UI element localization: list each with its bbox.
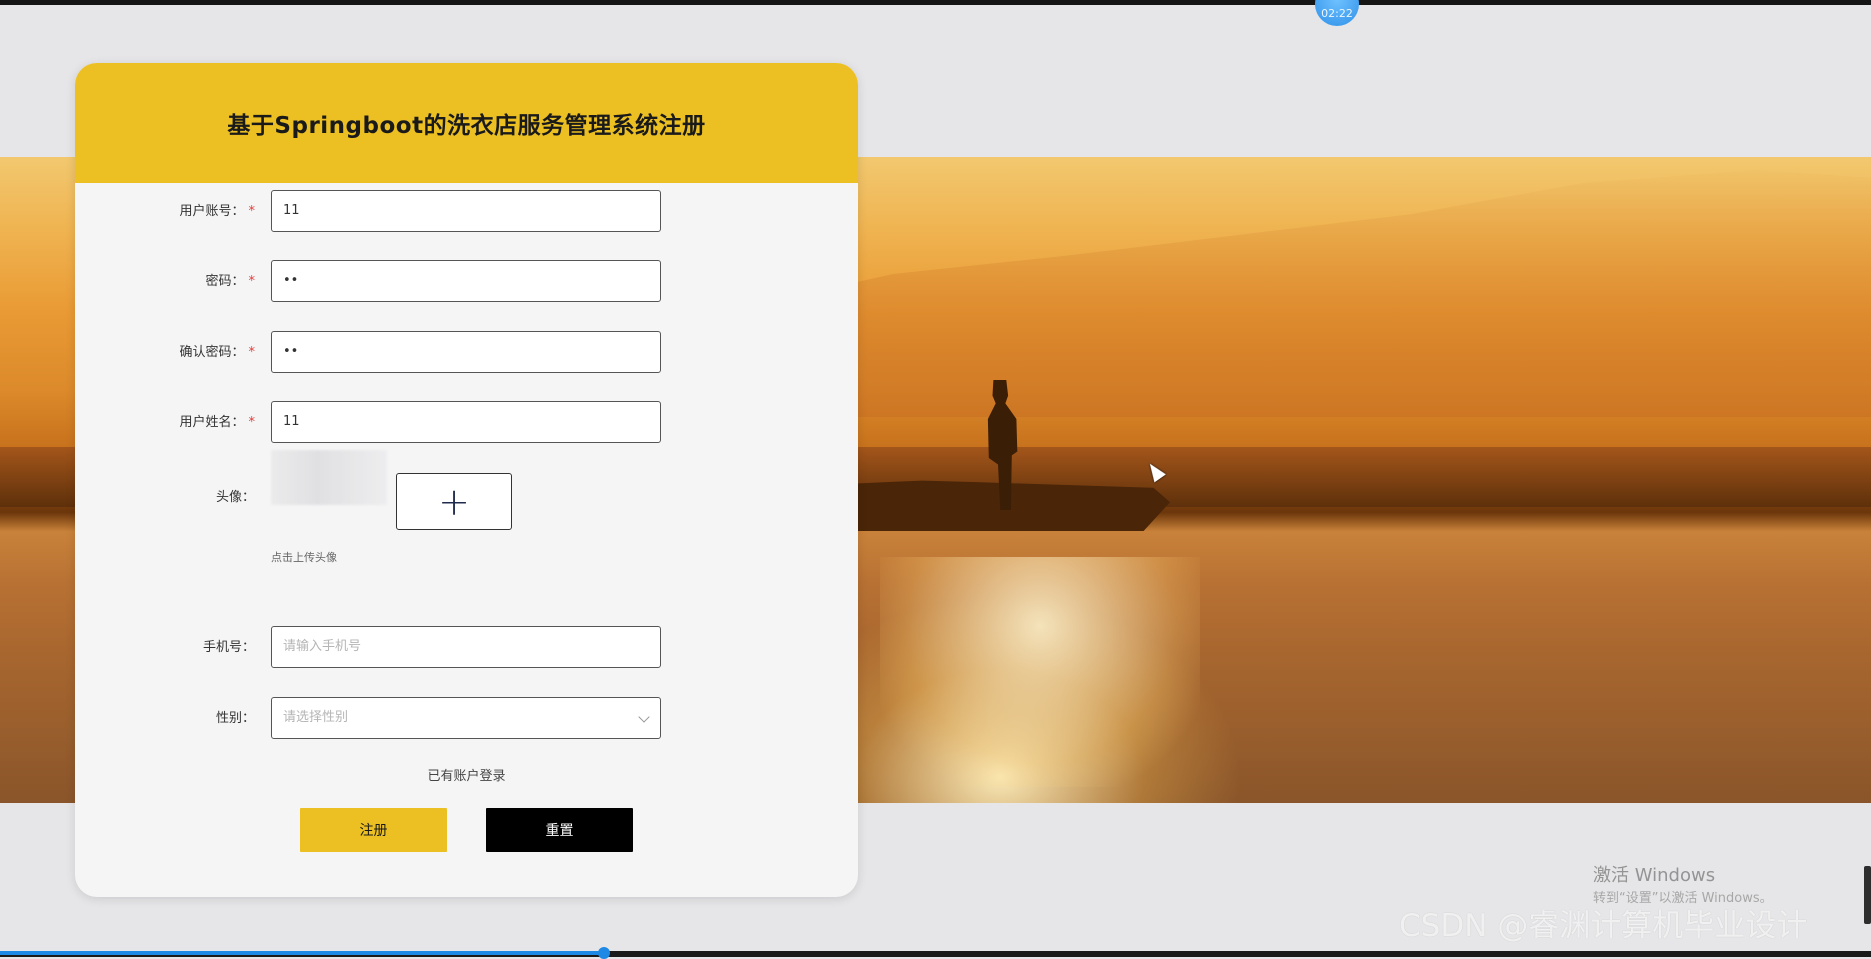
gender-select[interactable]: 请选择性别: [271, 697, 661, 739]
name-input[interactable]: 11: [271, 401, 661, 443]
plus-icon: +: [438, 479, 470, 524]
gender-select-placeholder: 请选择性别: [283, 710, 349, 725]
top-bar: [0, 0, 1871, 5]
windows-activation-watermark: 激活 Windows: [1593, 865, 1716, 886]
phone-label: 手机号：: [202, 640, 255, 655]
confirm-password-input[interactable]: ••: [271, 331, 661, 373]
avatar-preview: [271, 450, 387, 505]
password-input[interactable]: ••: [271, 260, 661, 302]
avatar-upload-button[interactable]: +: [396, 473, 512, 530]
csdn-watermark: CSDN @睿渊计算机毕业设计: [1399, 908, 1808, 944]
confirm-password-label: 确认密码： *: [179, 345, 256, 360]
avatar-row: 头像： + 点击上传头像: [75, 450, 858, 570]
account-label: 用户账号： *: [179, 204, 256, 219]
required-mark: *: [248, 204, 256, 219]
chevron-down-icon: [638, 711, 650, 723]
account-input[interactable]: 11: [271, 190, 661, 232]
page-title: 基于Springboot的洗衣店服务管理系统注册: [227, 113, 706, 139]
video-progress-fill: [0, 951, 604, 955]
required-mark: *: [248, 345, 256, 360]
reset-button[interactable]: 重置: [486, 808, 633, 852]
required-mark: *: [248, 415, 256, 430]
password-label: 密码： *: [205, 274, 256, 289]
timer-badge: 02:22: [1315, 0, 1359, 26]
register-header: 基于Springboot的洗衣店服务管理系统注册: [75, 63, 858, 183]
photo-mountain: [720, 170, 1871, 417]
avatar-upload-hint: 点击上传头像: [271, 551, 337, 564]
register-button[interactable]: 注册: [300, 808, 447, 852]
photo-sun-glare: [880, 557, 1200, 787]
avatar-label: 头像：: [215, 490, 255, 505]
register-card: 基于Springboot的洗衣店服务管理系统注册 用户账号： * 11 密码： * …: [75, 63, 858, 897]
phone-input[interactable]: 请输入手机号: [271, 626, 661, 668]
scrollbar-handle[interactable]: [1864, 866, 1871, 924]
video-progress-knob[interactable]: [598, 947, 610, 959]
login-link[interactable]: 已有账户登录: [75, 765, 858, 784]
required-mark: *: [248, 274, 256, 289]
gender-label: 性别：: [215, 711, 255, 726]
name-label: 用户姓名： *: [179, 415, 256, 430]
